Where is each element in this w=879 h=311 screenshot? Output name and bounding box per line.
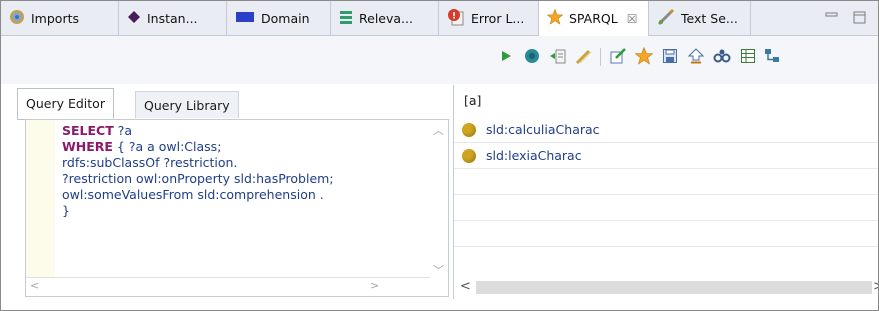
table-view-icon[interactable]: [739, 47, 757, 65]
select-keyword: SELECT: [62, 123, 114, 138]
results-column-header[interactable]: [a]: [464, 93, 481, 108]
query-line-1: SELECT ?a: [62, 123, 412, 139]
export-results-icon[interactable]: [549, 47, 567, 65]
toolbar-separator: [600, 48, 601, 66]
instance-diamond-icon: [127, 10, 141, 27]
result-value: sld:lexiaCharac: [486, 148, 582, 163]
tab-query-editor[interactable]: Query Editor: [17, 88, 114, 119]
empty-result-row: [454, 169, 878, 195]
empty-result-row: [454, 195, 878, 221]
result-row[interactable]: sld:lexiaCharac: [454, 143, 878, 169]
tab-label: Releva...: [359, 10, 413, 26]
svg-text:!: !: [452, 11, 456, 21]
tab-relevance[interactable]: Releva...: [331, 1, 439, 35]
tab-instances[interactable]: Instan...: [119, 1, 227, 35]
empty-result-row: [454, 221, 878, 247]
query-text-area[interactable]: SELECT ?a WHERE { ?a a owl:Class; rdfs:sub…: [25, 119, 449, 297]
individual-icon: [462, 123, 476, 137]
editor-vertical-scrollbar[interactable]: ︿ ﹀: [430, 120, 448, 280]
empty-result-row: [454, 247, 878, 273]
scrollbar-thumb[interactable]: [476, 281, 872, 294]
scroll-left-icon[interactable]: <: [30, 279, 39, 292]
tab-label: Imports: [31, 10, 79, 26]
query-line-4: ?restriction owl:onProperty sld:hasProbl…: [62, 171, 334, 186]
query-line-6: }: [62, 203, 70, 218]
where-clause: { ?a a owl:Class;: [112, 139, 222, 154]
scroll-up-icon[interactable]: ︿: [433, 122, 444, 138]
query-editor-pane: Query Editor Query Library SELECT ?a WHER…: [17, 85, 449, 299]
individual-icon: [462, 149, 476, 163]
scroll-right-icon[interactable]: >: [873, 279, 878, 294]
minimize-view-icon[interactable]: [825, 11, 838, 22]
tab-error-log[interactable]: ! Error L...: [439, 1, 539, 35]
tab-label: Text Se...: [681, 10, 738, 26]
query-toolbar: [1, 36, 878, 84]
edit-query-icon[interactable]: [609, 47, 627, 65]
close-tab-icon[interactable]: ☒: [627, 12, 638, 26]
stop-query-icon[interactable]: [523, 47, 541, 65]
query-line-5: owl:someValuesFrom sld:comprehension .: [62, 187, 324, 202]
save-icon[interactable]: [661, 47, 679, 65]
query-results-pane: [a] sld:calculiaCharac sld:lexiaCharac <…: [453, 85, 878, 299]
view-tab-bar: Imports Instan... Domain Releva... ! Err…: [1, 1, 878, 36]
sparql-star-icon: [546, 8, 564, 28]
bookmark-star-icon[interactable]: [635, 47, 653, 65]
tab-label: Domain: [261, 10, 310, 26]
tab-query-library[interactable]: Query Library: [135, 91, 239, 118]
scroll-down-icon[interactable]: ﹀: [433, 262, 444, 278]
result-row[interactable]: sld:calculiaCharac: [454, 117, 878, 143]
domain-icon: [235, 11, 255, 26]
sparql-query-code[interactable]: SELECT ?a WHERE { ?a a owl:Class; rdfs:sub…: [62, 123, 412, 219]
run-query-icon[interactable]: [497, 47, 515, 65]
upload-icon[interactable]: [687, 47, 705, 65]
tree-view-icon[interactable]: [763, 47, 781, 65]
results-horizontal-scrollbar[interactable]: < >: [454, 277, 878, 297]
select-variables: ?a: [113, 123, 133, 138]
result-value: sld:calculiaCharac: [486, 122, 600, 137]
error-log-icon: !: [447, 8, 465, 29]
tab-label: Error L...: [471, 10, 525, 26]
text-search-icon: [657, 8, 675, 29]
scroll-right-icon[interactable]: >: [370, 279, 379, 292]
graph-view-icon[interactable]: [713, 47, 731, 65]
tab-sparql[interactable]: SPARQL ☒: [539, 1, 649, 36]
editor-tab-strip: Query Editor Query Library: [17, 85, 447, 120]
scroll-left-icon[interactable]: <: [460, 279, 471, 294]
tab-imports[interactable]: Imports: [1, 1, 119, 35]
relevance-icon: [339, 9, 353, 28]
query-line-2: WHERE { ?a a owl:Class;: [62, 139, 412, 155]
sparql-view-window: Imports Instan... Domain Releva... ! Err…: [0, 0, 879, 311]
tab-text-search[interactable]: Text Se...: [649, 1, 751, 35]
maximize-view-icon[interactable]: [853, 11, 866, 24]
imports-icon: [9, 9, 25, 28]
tab-label: SPARQL: [569, 11, 618, 26]
tab-domain[interactable]: Domain: [227, 1, 331, 35]
query-line-3: rdfs:subClassOf ?restriction.: [62, 155, 238, 170]
where-keyword: WHERE: [62, 139, 113, 154]
tab-label: Instan...: [147, 10, 198, 26]
clear-icon[interactable]: [575, 47, 593, 65]
editor-gutter: [26, 120, 55, 296]
editor-horizontal-scrollbar[interactable]: < >: [26, 277, 430, 296]
